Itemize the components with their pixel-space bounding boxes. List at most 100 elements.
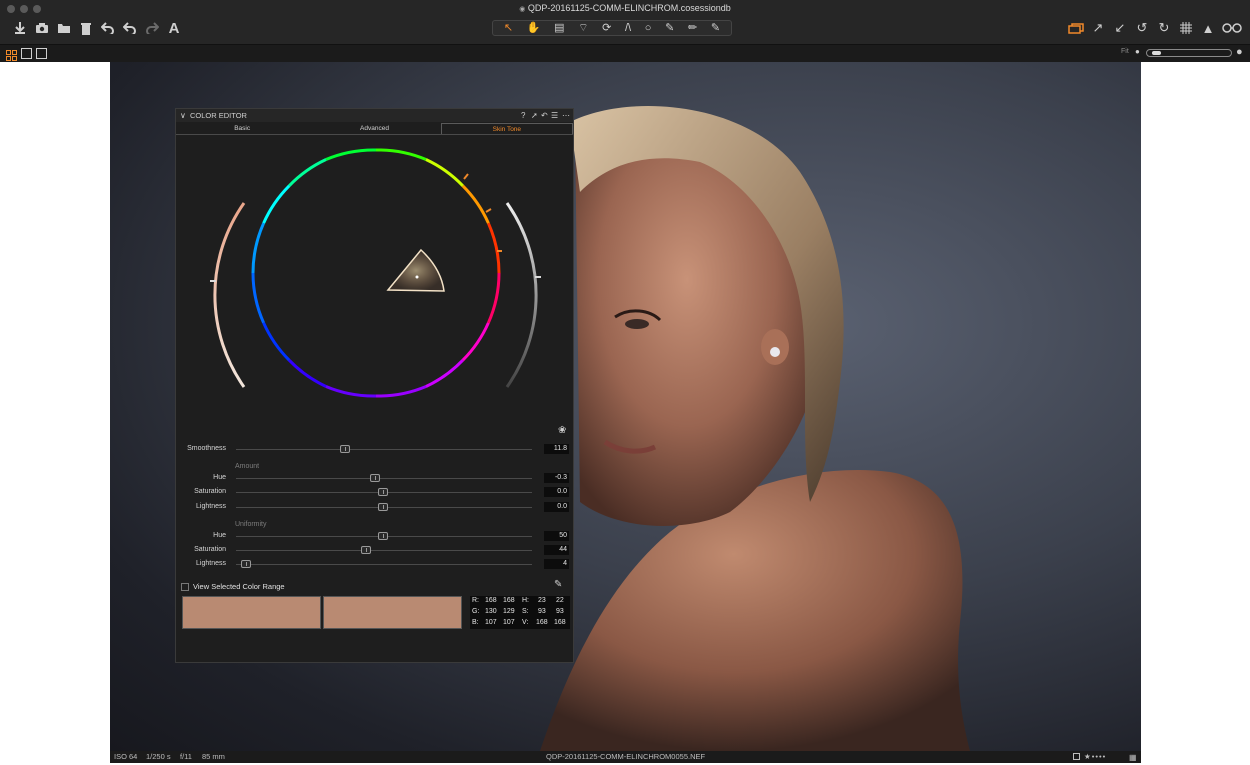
- uniformity-lightness-track[interactable]: [236, 564, 532, 565]
- fit-label: Fit: [1121, 48, 1129, 55]
- uniformity-lightness-value[interactable]: 4: [544, 559, 569, 569]
- v-label: V:: [522, 619, 529, 626]
- lightness-arc[interactable]: [505, 202, 538, 388]
- s-value-2: 93: [556, 608, 564, 615]
- undo-icon[interactable]: [98, 18, 118, 38]
- import-icon[interactable]: [10, 18, 30, 38]
- amount-lightness-knob[interactable]: [378, 503, 388, 511]
- left-toolbar: A: [10, 18, 186, 38]
- image-viewer[interactable]: ∨ COLOR EDITOR ? ➚ ↶ ☰ ⋯ Basic Advanced …: [110, 62, 1141, 751]
- text-icon[interactable]: A: [164, 18, 184, 38]
- amount-saturation-slider[interactable]: Saturation 0.0: [176, 485, 573, 499]
- view-range-checkbox[interactable]: [181, 583, 189, 591]
- smoothness-label: Smoothness: [187, 445, 226, 452]
- collapse-chevron-icon[interactable]: ∨: [180, 109, 186, 122]
- smoothness-slider[interactable]: Smoothness 11.8: [176, 442, 573, 456]
- amount-hue-slider[interactable]: Hue -0.3: [176, 471, 573, 485]
- amount-saturation-knob[interactable]: [378, 488, 388, 496]
- uniformity-saturation-slider[interactable]: Saturation 44: [176, 543, 573, 557]
- rotate-tool-icon[interactable]: ⟳: [602, 22, 611, 34]
- keystone-tool-icon[interactable]: /\: [625, 22, 631, 34]
- uniformity-lightness-slider[interactable]: Lightness 4: [176, 557, 573, 571]
- color-tag-box[interactable]: [1073, 753, 1080, 760]
- h-value-1: 23: [538, 597, 546, 604]
- shutter-value: 1/250 s: [146, 752, 171, 761]
- amount-hue-track[interactable]: [236, 478, 532, 479]
- help-icon[interactable]: ?: [521, 109, 525, 122]
- grid-toggle-icon[interactable]: ▦: [1129, 752, 1137, 764]
- proof-view-icon[interactable]: [36, 48, 47, 59]
- uniformity-saturation-knob[interactable]: [361, 546, 371, 554]
- undo-alt-icon[interactable]: [120, 18, 140, 38]
- b-value-2: 107: [503, 619, 515, 626]
- uniformity-saturation-track[interactable]: [236, 550, 532, 551]
- rotate-right-icon[interactable]: ↻: [1154, 18, 1174, 38]
- person-large-icon: ●: [1236, 46, 1243, 58]
- smoothness-value[interactable]: 11.8: [544, 444, 569, 454]
- rating-stars[interactable]: ★••••: [1084, 751, 1106, 763]
- redo-icon[interactable]: [142, 18, 162, 38]
- loupe-tool-icon[interactable]: ▤: [554, 22, 564, 34]
- b-value-1: 107: [485, 619, 497, 626]
- brush-tool-icon[interactable]: ✎: [665, 22, 674, 34]
- eraser-tool-icon[interactable]: ✏: [688, 22, 697, 34]
- cursor-tool-icon[interactable]: ↖: [504, 22, 513, 34]
- tab-skin-tone[interactable]: Skin Tone: [440, 123, 573, 134]
- trash-icon[interactable]: [76, 18, 96, 38]
- segment-center-point[interactable]: [415, 275, 419, 279]
- eyedropper-icon[interactable]: ❀: [558, 425, 566, 436]
- saturation-arc[interactable]: [213, 202, 246, 388]
- hue-ring[interactable]: [251, 148, 501, 398]
- amount-lightness-value[interactable]: 0.0: [544, 502, 569, 512]
- uniformity-lightness-knob[interactable]: [241, 560, 251, 568]
- picker-tool-icon[interactable]: ✎: [711, 22, 720, 34]
- skin-tone-segment[interactable]: [386, 248, 445, 292]
- focal-length-value: 85 mm: [202, 752, 225, 761]
- zoom-slider-knob[interactable]: [1152, 51, 1161, 55]
- r-value-2: 168: [503, 597, 515, 604]
- uniformity-hue-slider[interactable]: Hue 50: [176, 529, 573, 543]
- expand-icon[interactable]: ↗: [1088, 18, 1108, 38]
- warning-icon[interactable]: ▲: [1198, 18, 1218, 38]
- smoothness-track[interactable]: [236, 449, 532, 450]
- menu-icon[interactable]: ☰: [551, 109, 558, 122]
- uniformity-saturation-value[interactable]: 44: [544, 545, 569, 555]
- color-wheel[interactable]: [176, 137, 573, 437]
- more-icon[interactable]: ⋯: [562, 109, 570, 122]
- pan-tool-icon[interactable]: ✋: [527, 22, 541, 34]
- panel-title: COLOR EDITOR: [190, 111, 247, 120]
- stack-icon[interactable]: [1066, 18, 1086, 38]
- crop-tool-icon[interactable]: ⌔: [578, 22, 588, 34]
- reset-icon[interactable]: ↶: [541, 109, 548, 122]
- uniformity-hue-knob[interactable]: [378, 532, 388, 540]
- g-value-2: 129: [503, 608, 515, 615]
- amount-saturation-value[interactable]: 0.0: [544, 487, 569, 497]
- multi-view-icon[interactable]: [6, 48, 17, 61]
- tab-basic[interactable]: Basic: [176, 123, 308, 134]
- v-value-1: 168: [536, 619, 548, 626]
- viewer-options-bar: Fit ● ●: [0, 44, 1250, 62]
- tab-advanced[interactable]: Advanced: [308, 123, 440, 134]
- smoothness-knob[interactable]: [340, 445, 350, 453]
- uniformity-hue-value[interactable]: 50: [544, 531, 569, 541]
- rotate-left-icon[interactable]: ↺: [1132, 18, 1152, 38]
- zoom-slider[interactable]: [1146, 49, 1232, 57]
- hue-marker-2[interactable]: [485, 208, 492, 213]
- picker-icon[interactable]: ✎: [554, 579, 562, 590]
- spot-tool-icon[interactable]: ○: [645, 22, 652, 34]
- folder-icon[interactable]: [54, 18, 74, 38]
- single-view-icon[interactable]: [21, 48, 32, 59]
- grid-icon[interactable]: [1176, 18, 1196, 38]
- pin-icon[interactable]: ➚: [531, 109, 538, 122]
- r-label: R:: [472, 597, 479, 604]
- collapse-icon[interactable]: ↙: [1110, 18, 1130, 38]
- uniformity-hue-label: Hue: [213, 532, 226, 539]
- glasses-icon[interactable]: [1220, 18, 1244, 38]
- hue-marker-1[interactable]: [463, 173, 469, 180]
- amount-hue-knob[interactable]: [370, 474, 380, 482]
- amount-lightness-slider[interactable]: Lightness 0.0: [176, 500, 573, 514]
- right-toolbar: ↗ ↙ ↺ ↻ ▲: [1066, 18, 1246, 38]
- amount-section-label: Amount: [235, 463, 260, 470]
- camera-icon[interactable]: [32, 18, 52, 38]
- amount-hue-value[interactable]: -0.3: [544, 473, 569, 483]
